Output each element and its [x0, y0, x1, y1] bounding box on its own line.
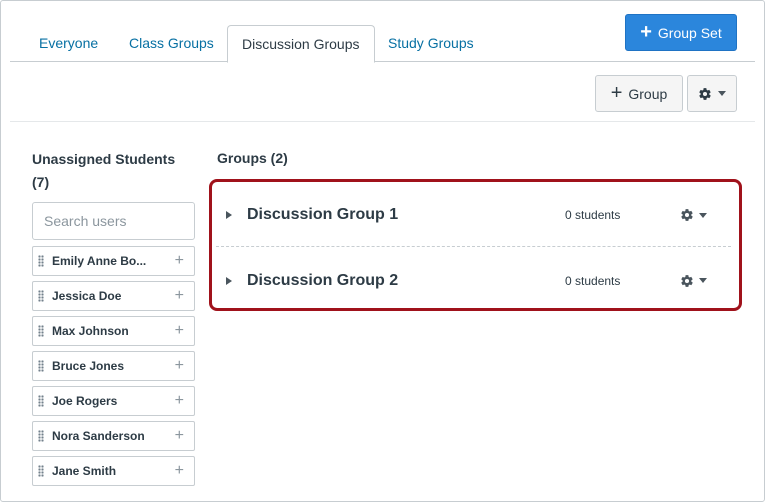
- plus-icon[interactable]: +: [175, 358, 184, 374]
- add-group-set-button[interactable]: + Group Set: [625, 14, 737, 51]
- groups-page: Everyone Class Groups Discussion Groups …: [0, 0, 765, 502]
- unassigned-students-list: Emily Anne Bo... + Jessica Doe + Max Joh…: [32, 246, 195, 491]
- plus-icon[interactable]: +: [175, 323, 184, 339]
- list-item[interactable]: Bruce Jones +: [32, 351, 195, 381]
- group-row[interactable]: Discussion Group 1 0 students: [216, 184, 731, 247]
- drag-handle-icon[interactable]: [38, 395, 44, 407]
- groups-title: Groups (2): [217, 150, 288, 166]
- expand-caret-icon[interactable]: [226, 211, 232, 219]
- list-item[interactable]: Max Johnson +: [32, 316, 195, 346]
- groups-list: Discussion Group 1 0 students Discussion…: [209, 179, 742, 311]
- plus-icon: +: [640, 20, 652, 43]
- group-set-settings-button[interactable]: [687, 75, 737, 112]
- drag-handle-icon[interactable]: [38, 360, 44, 372]
- unassigned-students-title: Unassigned Students (7): [32, 151, 176, 190]
- add-group-label: Group: [628, 85, 668, 102]
- plus-icon: +: [610, 81, 623, 104]
- student-name: Emily Anne Bo...: [52, 254, 147, 268]
- plus-icon[interactable]: +: [175, 253, 184, 269]
- expand-caret-icon[interactable]: [226, 276, 232, 285]
- student-name: Nora Sanderson: [52, 429, 145, 443]
- gear-icon: [681, 274, 693, 287]
- group-name: Discussion Group 1: [247, 206, 399, 223]
- student-name: Max Johnson: [52, 324, 129, 338]
- add-group-set-label: Group Set: [657, 24, 722, 41]
- group-row[interactable]: Discussion Group 2 0 students: [216, 249, 731, 312]
- student-name: Bruce Jones: [52, 359, 125, 373]
- plus-icon[interactable]: +: [175, 288, 184, 304]
- group-settings-button[interactable]: [680, 274, 707, 288]
- group-name: Discussion Group 2: [247, 271, 399, 289]
- student-name: Joe Rogers: [52, 394, 118, 408]
- drag-handle-icon[interactable]: [38, 325, 44, 337]
- tab-discussion-groups[interactable]: Discussion Groups: [227, 25, 375, 63]
- list-item[interactable]: Joe Rogers +: [32, 386, 195, 416]
- list-item[interactable]: Jessica Doe +: [32, 281, 195, 311]
- toolbar-divider: [10, 121, 755, 122]
- dropdown-arrow-icon: [699, 278, 707, 283]
- dropdown-arrow-icon: [718, 91, 726, 96]
- add-group-button[interactable]: + Group: [595, 75, 683, 112]
- plus-icon[interactable]: +: [175, 463, 184, 479]
- search-users-input[interactable]: [32, 202, 195, 240]
- list-item[interactable]: Jane Smith +: [32, 456, 195, 486]
- drag-handle-icon[interactable]: [38, 465, 44, 477]
- tab-study-groups[interactable]: Study Groups: [374, 25, 488, 62]
- tab-everyone[interactable]: Everyone: [25, 25, 112, 62]
- student-name: Jane Smith: [52, 464, 117, 478]
- plus-icon[interactable]: +: [175, 428, 184, 444]
- group-student-count: 0 students: [565, 208, 621, 222]
- drag-handle-icon[interactable]: [38, 430, 44, 442]
- gear-icon: [681, 209, 693, 221]
- tab-class-groups[interactable]: Class Groups: [115, 25, 228, 62]
- gear-icon: [699, 87, 711, 100]
- list-item[interactable]: Emily Anne Bo... +: [32, 246, 195, 276]
- dropdown-arrow-icon: [699, 212, 707, 218]
- drag-handle-icon[interactable]: [38, 255, 44, 267]
- group-settings-button[interactable]: [680, 208, 707, 222]
- drag-handle-icon[interactable]: [38, 290, 44, 302]
- group-student-count: 0 students: [565, 273, 621, 288]
- student-name: Jessica Doe: [52, 289, 122, 303]
- plus-icon[interactable]: +: [175, 393, 184, 409]
- list-item[interactable]: Nora Sanderson +: [32, 421, 195, 451]
